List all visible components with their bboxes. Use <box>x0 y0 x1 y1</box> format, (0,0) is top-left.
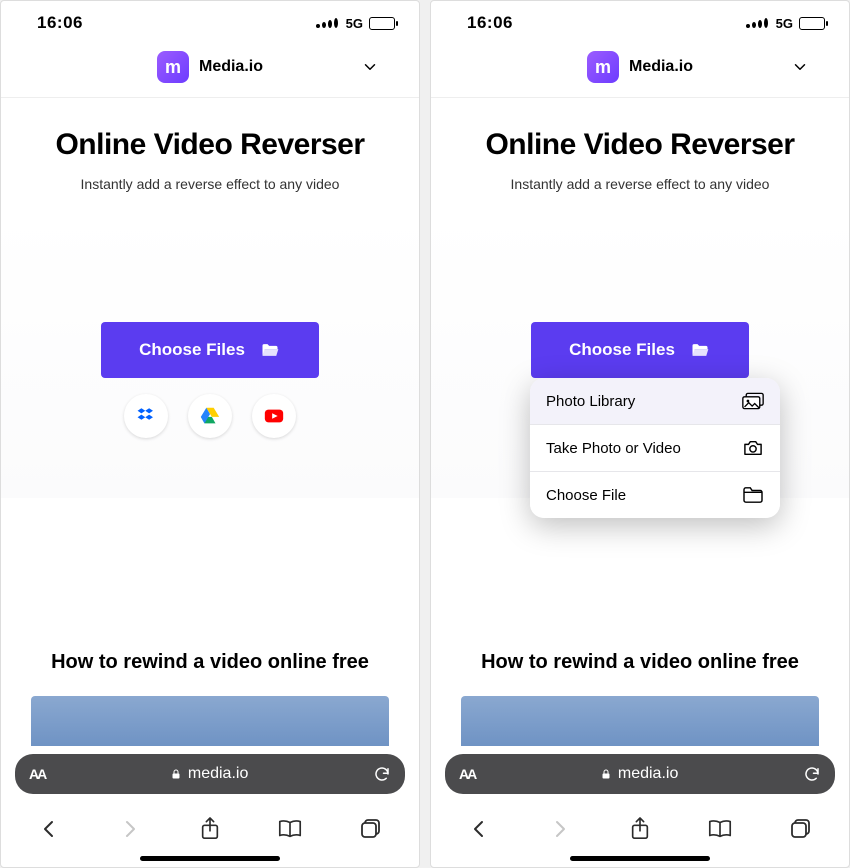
browser-toolbar <box>431 800 849 854</box>
home-indicator[interactable] <box>140 856 280 861</box>
phone-screenshot-right: 16:06 5G m Media.io Online Video Reverse… <box>430 0 850 868</box>
page-title: Online Video Reverser <box>451 128 829 162</box>
picker-item-label: Take Photo or Video <box>546 440 681 457</box>
bookmarks-button[interactable] <box>700 809 740 849</box>
menu-toggle[interactable] <box>361 58 379 76</box>
status-bar: 16:06 5G <box>431 1 849 41</box>
menu-toggle[interactable] <box>791 58 809 76</box>
tabs-button[interactable] <box>781 809 821 849</box>
status-time: 16:06 <box>467 13 513 33</box>
source-youtube[interactable] <box>252 394 296 438</box>
share-button[interactable] <box>620 809 660 849</box>
home-indicator[interactable] <box>570 856 710 861</box>
chevron-left-icon <box>467 817 491 841</box>
hero-section: Online Video Reverser Instantly add a re… <box>1 98 419 212</box>
forward-button[interactable] <box>540 809 580 849</box>
bookmarks-button[interactable] <box>270 809 310 849</box>
photos-icon <box>742 392 764 410</box>
signal-strength-icon <box>316 18 338 28</box>
choose-files-button[interactable]: Choose Files <box>101 322 319 378</box>
address-bar[interactable]: AA media.io <box>15 754 405 794</box>
page-subtitle: Instantly add a reverse effect to any vi… <box>451 176 829 192</box>
page-subtitle: Instantly add a reverse effect to any vi… <box>21 176 399 192</box>
picker-take-photo[interactable]: Take Photo or Video <box>530 425 780 472</box>
battery-icon <box>799 17 825 30</box>
reload-icon <box>373 765 391 783</box>
reader-mode-button[interactable]: AA <box>29 766 45 782</box>
status-indicators: 5G <box>746 16 825 31</box>
network-type: 5G <box>346 16 363 31</box>
status-time: 16:06 <box>37 13 83 33</box>
picker-item-label: Choose File <box>546 487 626 504</box>
hero-section: Online Video Reverser Instantly add a re… <box>431 98 849 212</box>
choose-files-button[interactable]: Choose Files <box>531 322 749 378</box>
reader-mode-button[interactable]: AA <box>459 766 475 782</box>
picker-photo-library[interactable]: Photo Library <box>530 378 780 425</box>
forward-button[interactable] <box>110 809 150 849</box>
network-type: 5G <box>776 16 793 31</box>
brand-logo-icon: m <box>157 51 189 83</box>
site-header: m Media.io <box>1 41 419 98</box>
howto-section: How to rewind a video online free <box>1 601 419 682</box>
chevron-right-icon <box>548 817 572 841</box>
status-indicators: 5G <box>316 16 395 31</box>
choose-files-label: Choose Files <box>569 340 675 360</box>
howto-section: How to rewind a video online free <box>431 601 849 682</box>
youtube-icon <box>263 405 285 427</box>
url-text: media.io <box>188 765 248 783</box>
choose-files-label: Choose Files <box>139 340 245 360</box>
chevron-down-icon <box>791 58 809 76</box>
url-text: media.io <box>618 765 678 783</box>
source-row <box>1 394 419 438</box>
tabs-button[interactable] <box>351 809 391 849</box>
folder-open-icon <box>259 340 281 360</box>
howto-title: How to rewind a video online free <box>451 651 829 674</box>
google-drive-icon <box>199 405 221 427</box>
video-thumbnail[interactable] <box>31 696 389 746</box>
brand-name: Media.io <box>199 58 263 76</box>
phone-screenshot-left: 16:06 5G m Media.io Online Video Reverse… <box>0 0 420 868</box>
video-thumbnail[interactable] <box>461 696 819 746</box>
reload-button[interactable] <box>373 765 391 783</box>
upload-area: Choose Files Photo Library Take Photo or… <box>431 212 849 498</box>
source-dropbox[interactable] <box>124 394 168 438</box>
url-display: media.io <box>600 765 678 783</box>
site-header: m Media.io <box>431 41 849 98</box>
brand-logo-icon: m <box>587 51 619 83</box>
battery-icon <box>369 17 395 30</box>
book-icon <box>277 817 303 841</box>
camera-icon <box>742 439 764 457</box>
brand-name: Media.io <box>629 58 693 76</box>
source-google-drive[interactable] <box>188 394 232 438</box>
page-title: Online Video Reverser <box>21 128 399 162</box>
chevron-down-icon <box>361 58 379 76</box>
picker-item-label: Photo Library <box>546 393 635 410</box>
book-icon <box>707 817 733 841</box>
share-icon <box>199 816 221 842</box>
lock-icon <box>600 767 612 781</box>
reload-button[interactable] <box>803 765 821 783</box>
back-button[interactable] <box>459 809 499 849</box>
tabs-icon <box>789 817 813 841</box>
share-button[interactable] <box>190 809 230 849</box>
folder-open-icon <box>689 340 711 360</box>
file-picker-popover: Photo Library Take Photo or Video Choose… <box>530 378 780 518</box>
address-bar[interactable]: AA media.io <box>445 754 835 794</box>
folder-icon <box>742 486 764 504</box>
url-display: media.io <box>170 765 248 783</box>
tabs-icon <box>359 817 383 841</box>
reload-icon <box>803 765 821 783</box>
picker-choose-file[interactable]: Choose File <box>530 472 780 518</box>
howto-title: How to rewind a video online free <box>21 651 399 674</box>
back-button[interactable] <box>29 809 69 849</box>
dropbox-icon <box>135 405 157 427</box>
chevron-right-icon <box>118 817 142 841</box>
chevron-left-icon <box>37 817 61 841</box>
share-icon <box>629 816 651 842</box>
lock-icon <box>170 767 182 781</box>
upload-area: Choose Files <box>1 212 419 498</box>
browser-toolbar <box>1 800 419 854</box>
status-bar: 16:06 5G <box>1 1 419 41</box>
signal-strength-icon <box>746 18 768 28</box>
